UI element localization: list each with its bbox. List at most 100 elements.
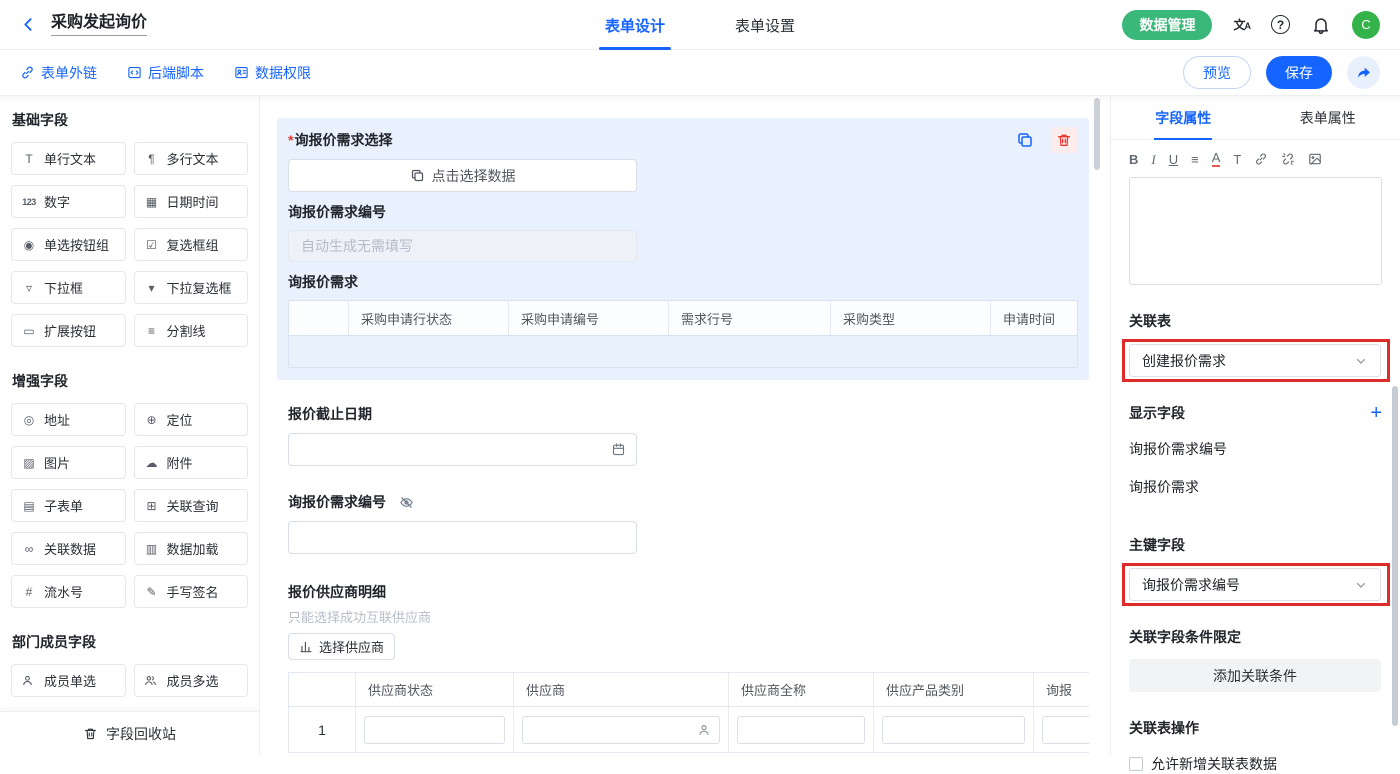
sidebar-item-serial-number[interactable]: #流水号 bbox=[11, 575, 126, 608]
tab-form-settings[interactable]: 表单设置 bbox=[729, 0, 801, 50]
sidebar-item-related-data[interactable]: ∞关联数据 bbox=[11, 532, 126, 565]
add-condition-button[interactable]: 添加关联条件 bbox=[1129, 659, 1381, 692]
supplier-category-input[interactable] bbox=[882, 716, 1025, 744]
sidebar-item-divider[interactable]: ≡分割线 bbox=[134, 314, 249, 347]
sidebar-item-single-line-text[interactable]: T单行文本 bbox=[11, 142, 126, 175]
sidebar-item-member-multi[interactable]: 成员多选 bbox=[134, 664, 249, 697]
canvas-scrollbar[interactable] bbox=[1094, 98, 1100, 170]
back-icon[interactable] bbox=[20, 16, 37, 33]
required-mark: * bbox=[288, 132, 293, 148]
bold-icon[interactable]: B bbox=[1129, 153, 1138, 166]
window-scrollbar[interactable] bbox=[1392, 386, 1398, 726]
field-block-deadline[interactable]: 报价截止日期 bbox=[288, 404, 1090, 466]
tab-form-properties[interactable]: 表单属性 bbox=[1256, 96, 1400, 139]
sidebar-item-multiline-text[interactable]: ¶多行文本 bbox=[134, 142, 249, 175]
inquiry-number-label: 询报价需求编号 bbox=[288, 202, 1078, 222]
save-button[interactable]: 保存 bbox=[1266, 56, 1332, 89]
field-block-inquiry-number[interactable]: 询报价需求编号 bbox=[288, 492, 1090, 554]
multiline-text-icon: ¶ bbox=[144, 152, 160, 166]
sidebar-item-datetime[interactable]: ▦日期时间 bbox=[134, 185, 249, 218]
font-color-icon[interactable]: A bbox=[1212, 151, 1221, 167]
sidebar-item-related-query[interactable]: ⊞关联查询 bbox=[134, 489, 249, 522]
supplier-input[interactable] bbox=[522, 716, 720, 744]
sidebar-item-data-load[interactable]: ▥数据加载 bbox=[134, 532, 249, 565]
supplier-status-input[interactable] bbox=[364, 716, 505, 744]
checkbox-group-icon: ☑ bbox=[144, 238, 160, 252]
bell-icon[interactable] bbox=[1311, 15, 1331, 35]
tab-field-properties[interactable]: 字段属性 bbox=[1111, 96, 1256, 139]
avatar[interactable]: C bbox=[1352, 11, 1380, 39]
sidebar-item-dropdown[interactable]: ▿下拉框 bbox=[11, 271, 126, 304]
underline-icon[interactable]: U bbox=[1169, 153, 1178, 166]
panel-tabs: 字段属性 表单属性 bbox=[1111, 96, 1400, 140]
field-recycle-bin[interactable]: 字段回收站 bbox=[0, 711, 259, 755]
sidebar-item-attachment[interactable]: ☁附件 bbox=[134, 446, 249, 479]
field-description-textarea[interactable] bbox=[1129, 177, 1382, 285]
data-permission-link[interactable]: 数据权限 bbox=[234, 63, 311, 83]
supplier-hint: 只能选择成功互联供应商 bbox=[288, 607, 1090, 626]
section-title-basic: 基础字段 bbox=[12, 110, 247, 130]
sidebar-item-subform[interactable]: ▤子表单 bbox=[11, 489, 126, 522]
insert-image-icon[interactable] bbox=[1308, 152, 1322, 166]
translate-icon[interactable]: 文A bbox=[1233, 16, 1250, 33]
data-manage-button[interactable]: 数据管理 bbox=[1122, 10, 1212, 40]
copy-icon[interactable] bbox=[1012, 127, 1038, 153]
inquiry-number-input[interactable]: 自动生成无需填写 bbox=[288, 230, 637, 262]
deadline-input[interactable] bbox=[288, 433, 637, 466]
primary-key-label: 主键字段 bbox=[1129, 535, 1382, 555]
field-block-inquiry-select[interactable]: *询报价需求选择 点击选择数据 询报价需求编号 自动生成无需填写 询报价需求 bbox=[277, 118, 1089, 380]
italic-icon[interactable]: I bbox=[1151, 153, 1155, 166]
help-icon[interactable]: ? bbox=[1271, 15, 1290, 34]
add-display-field-icon[interactable]: + bbox=[1370, 403, 1382, 423]
permission-icon bbox=[234, 65, 249, 80]
inquiry-col-input[interactable] bbox=[1042, 716, 1089, 744]
sidebar-item-radio-group[interactable]: ◉单选按钮组 bbox=[11, 228, 126, 261]
form-external-link[interactable]: 表单外链 bbox=[20, 63, 97, 83]
primary-key-select[interactable]: 询报价需求编号 bbox=[1129, 568, 1381, 601]
sidebar-item-dropdown-multi[interactable]: ▾下拉复选框 bbox=[134, 271, 249, 304]
related-data-icon: ∞ bbox=[21, 542, 37, 556]
supplier-detail-label: 报价供应商明细 bbox=[288, 582, 386, 602]
sidebar-item-image[interactable]: ▨图片 bbox=[11, 446, 126, 479]
display-field-item[interactable]: 询报价需求编号 bbox=[1129, 439, 1382, 459]
radio-group-icon: ◉ bbox=[21, 238, 37, 252]
sidebar-item-extend-button[interactable]: ▭扩展按钮 bbox=[11, 314, 126, 347]
display-field-item[interactable]: 询报价需求 bbox=[1129, 477, 1382, 497]
trash-icon[interactable] bbox=[1051, 127, 1077, 153]
select-supplier-button[interactable]: 选择供应商 bbox=[288, 633, 395, 660]
script-icon bbox=[127, 65, 142, 80]
supplier-fullname-input[interactable] bbox=[737, 716, 865, 744]
inquiry-number-field-label: 询报价需求编号 bbox=[288, 492, 386, 512]
font-size-icon[interactable]: T bbox=[1233, 153, 1241, 166]
sidebar-item-signature[interactable]: ✎手写签名 bbox=[134, 575, 249, 608]
allow-add-checkbox[interactable] bbox=[1129, 757, 1143, 771]
sidebar-item-member-single[interactable]: 成员单选 bbox=[11, 664, 126, 697]
backend-script-link[interactable]: 后端脚本 bbox=[127, 63, 204, 83]
chevron-down-icon bbox=[1354, 354, 1368, 368]
sidebar-item-address[interactable]: ◎地址 bbox=[11, 403, 126, 436]
tab-form-design[interactable]: 表单设计 bbox=[599, 0, 671, 50]
sidebar-item-checkbox-group[interactable]: ☑复选框组 bbox=[134, 228, 249, 261]
align-icon[interactable]: ≡ bbox=[1191, 153, 1199, 166]
sidebar-item-number[interactable]: 123数字 bbox=[11, 185, 126, 218]
checkbox-column-header bbox=[289, 301, 349, 335]
inquiry-number-field-input[interactable] bbox=[288, 521, 637, 554]
toolbar-actions: 预览 保存 bbox=[1183, 56, 1380, 89]
serial-number-icon: # bbox=[21, 585, 37, 599]
remove-link-icon[interactable] bbox=[1281, 152, 1295, 166]
eye-off-icon[interactable] bbox=[399, 495, 414, 510]
form-canvas: *询报价需求选择 点击选择数据 询报价需求编号 自动生成无需填写 询报价需求 bbox=[260, 96, 1110, 755]
page-title[interactable]: 采购发起询价 bbox=[51, 13, 147, 37]
field-block-supplier-detail[interactable]: 报价供应商明细 只能选择成功互联供应商 选择供应商 供应商状态 供应商 供应商全… bbox=[288, 582, 1090, 753]
number-icon: 123 bbox=[21, 197, 37, 207]
sidebar-item-location[interactable]: ⊕定位 bbox=[134, 403, 249, 436]
share-button[interactable] bbox=[1347, 56, 1380, 89]
preview-button[interactable]: 预览 bbox=[1183, 56, 1251, 89]
insert-link-icon[interactable] bbox=[1254, 152, 1268, 166]
calendar-icon bbox=[611, 442, 626, 457]
select-data-button[interactable]: 点击选择数据 bbox=[288, 159, 637, 192]
supplier-table: 供应商状态 供应商 供应商全称 供应产品类别 询报 1 bbox=[288, 672, 1089, 753]
location-icon: ⊕ bbox=[144, 413, 160, 427]
related-table-select[interactable]: 创建报价需求 bbox=[1129, 344, 1381, 377]
display-fields-label: 显示字段 bbox=[1129, 403, 1185, 423]
